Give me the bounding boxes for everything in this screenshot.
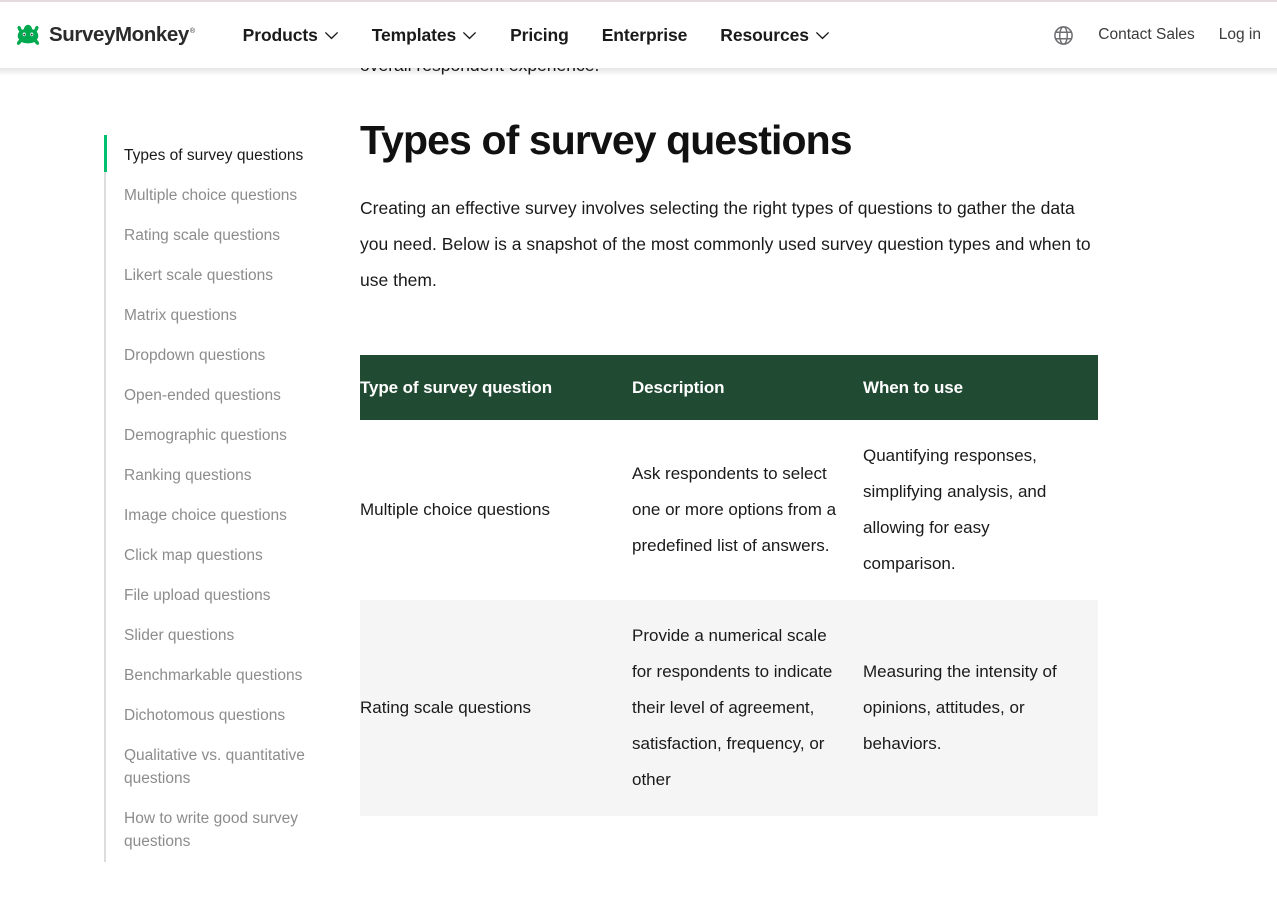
sidebar-item-label: Multiple choice questions: [124, 187, 297, 204]
table-header-row: Type of survey question Description When…: [360, 355, 1098, 420]
page-body: overall respondent experience. Types of …: [0, 68, 1277, 907]
sidebar-item-how-to-write-good-survey-questions[interactable]: How to write good survey questions: [124, 798, 336, 861]
surveymonkey-logo[interactable]: SurveyMonkey: [14, 23, 195, 47]
sidebar-item-likert-scale-questions[interactable]: Likert scale questions: [124, 255, 336, 295]
sidebar-item-rating-scale-questions[interactable]: Rating scale questions: [124, 215, 336, 255]
nav-label-enterprise: Enterprise: [602, 25, 688, 46]
nav-item-pricing[interactable]: Pricing: [510, 25, 569, 46]
sidebar-item-matrix-questions[interactable]: Matrix questions: [124, 295, 336, 335]
cell-description: Ask respondents to select one or more op…: [632, 420, 863, 600]
intro-paragraph: Creating an effective survey involves se…: [360, 190, 1098, 298]
table-row: Rating scale questions Provide a numeric…: [360, 600, 1098, 816]
sidebar-item-dropdown-questions[interactable]: Dropdown questions: [124, 335, 336, 375]
table-row: Multiple choice questions Ask respondent…: [360, 420, 1098, 600]
main-navigation: Products Templates Pricing Enterprise Re…: [243, 25, 830, 46]
column-header-description: Description: [632, 355, 863, 420]
sidebar-item-label: Matrix questions: [124, 307, 237, 324]
sidebar-item-label: Rating scale questions: [124, 227, 280, 244]
header-right-actions: Contact Sales Log in: [1053, 25, 1261, 46]
sidebar-item-open-ended-questions[interactable]: Open-ended questions: [124, 375, 336, 415]
sidebar-item-file-upload-questions[interactable]: File upload questions: [124, 575, 336, 615]
sidebar-item-image-choice-questions[interactable]: Image choice questions: [124, 495, 336, 535]
column-header-when-to-use: When to use: [863, 355, 1098, 420]
sidebar-item-label: Likert scale questions: [124, 267, 273, 284]
sidebar-item-list: Types of survey questions Multiple choic…: [104, 135, 336, 861]
survey-question-types-table: Type of survey question Description When…: [360, 355, 1098, 816]
site-header: SurveyMonkey Products Templates Pricing …: [0, 0, 1277, 68]
cell-question-type: Multiple choice questions: [360, 420, 632, 600]
sidebar-item-label: Open-ended questions: [124, 387, 281, 404]
page-title: Types of survey questions: [360, 118, 1100, 164]
sidebar-item-label: Benchmarkable questions: [124, 667, 302, 684]
sidebar-item-label: Demographic questions: [124, 427, 287, 444]
cell-question-type: Rating scale questions: [360, 600, 632, 816]
table-head: Type of survey question Description When…: [360, 355, 1098, 420]
cell-description: Provide a numerical scale for respondent…: [632, 600, 863, 816]
sidebar-item-label: Slider questions: [124, 627, 234, 644]
surveymonkey-logo-icon: [14, 23, 42, 47]
sidebar-item-label: Types of survey questions: [124, 147, 303, 164]
sidebar-item-dichotomous-questions[interactable]: Dichotomous questions: [124, 695, 336, 735]
nav-label-pricing: Pricing: [510, 25, 569, 46]
table-body: Multiple choice questions Ask respondent…: [360, 420, 1098, 816]
sidebar-item-label: Qualitative vs. quantitative questions: [124, 747, 305, 787]
sidebar-item-label: File upload questions: [124, 587, 271, 604]
cell-when-to-use: Measuring the intensity of opinions, att…: [863, 600, 1098, 816]
sidebar-item-click-map-questions[interactable]: Click map questions: [124, 535, 336, 575]
nav-label-templates: Templates: [372, 25, 456, 46]
sidebar-item-types-of-survey-questions[interactable]: Types of survey questions: [124, 135, 336, 175]
chevron-down-icon: [462, 31, 477, 40]
sidebar-item-label: Ranking questions: [124, 467, 252, 484]
sidebar-item-ranking-questions[interactable]: Ranking questions: [124, 455, 336, 495]
main-content: Types of survey questions Creating an ef…: [360, 118, 1100, 298]
log-in-link[interactable]: Log in: [1219, 26, 1261, 44]
sidebar-item-label: How to write good survey questions: [124, 810, 298, 850]
nav-label-products: Products: [243, 25, 318, 46]
contact-sales-link[interactable]: Contact Sales: [1098, 26, 1195, 44]
cell-when-to-use: Quantifying responses, simplifying analy…: [863, 420, 1098, 600]
sidebar-item-multiple-choice-questions[interactable]: Multiple choice questions: [124, 175, 336, 215]
sidebar-item-demographic-questions[interactable]: Demographic questions: [124, 415, 336, 455]
globe-icon[interactable]: [1053, 25, 1074, 46]
sidebar-item-label: Click map questions: [124, 547, 263, 564]
sidebar-item-label: Dropdown questions: [124, 347, 265, 364]
table-of-contents-sidebar: Types of survey questions Multiple choic…: [104, 135, 336, 861]
nav-item-products[interactable]: Products: [243, 25, 339, 46]
previous-paragraph-clipped: overall respondent experience.: [360, 68, 599, 76]
chevron-down-icon: [815, 31, 830, 40]
surveymonkey-logo-text: SurveyMonkey: [49, 25, 195, 46]
chevron-down-icon: [324, 31, 339, 40]
nav-item-templates[interactable]: Templates: [372, 25, 477, 46]
sidebar-item-slider-questions[interactable]: Slider questions: [124, 615, 336, 655]
sidebar-item-label: Image choice questions: [124, 507, 287, 524]
nav-item-resources[interactable]: Resources: [720, 25, 830, 46]
nav-item-enterprise[interactable]: Enterprise: [602, 25, 688, 46]
sidebar-item-qualitative-vs-quantitative-questions[interactable]: Qualitative vs. quantitative questions: [124, 735, 336, 798]
column-header-type: Type of survey question: [360, 355, 632, 420]
nav-label-resources: Resources: [720, 25, 809, 46]
sidebar-item-benchmarkable-questions[interactable]: Benchmarkable questions: [124, 655, 336, 695]
sidebar-item-label: Dichotomous questions: [124, 707, 285, 724]
